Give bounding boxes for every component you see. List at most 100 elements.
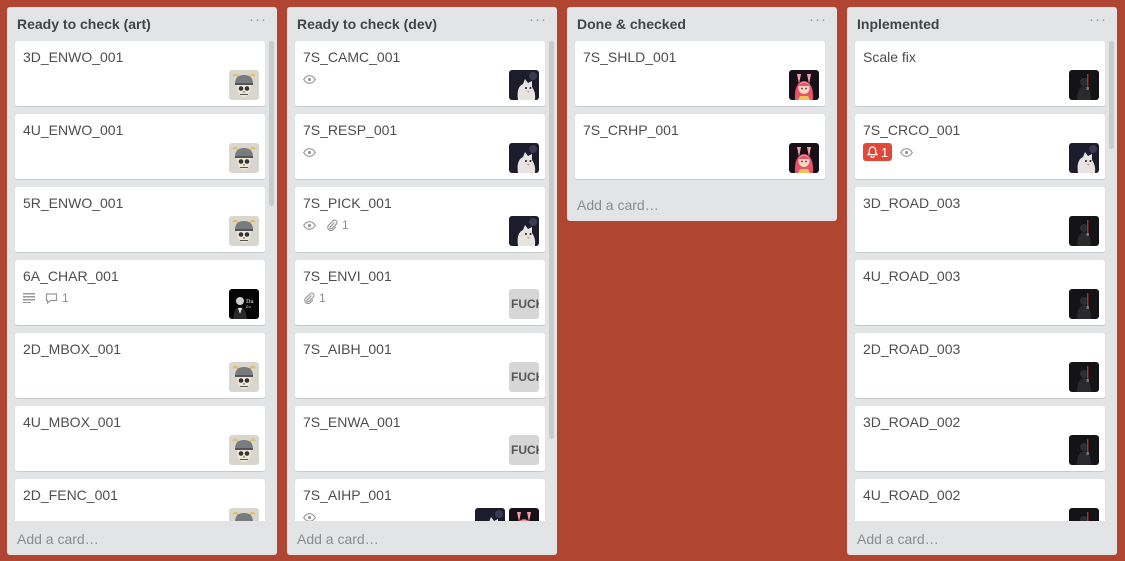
card[interactable]: 2D_FENC_001 xyxy=(15,479,265,521)
card-title: 3D_ROAD_002 xyxy=(863,414,961,430)
dark-figure-avatar[interactable] xyxy=(1069,216,1099,246)
card[interactable]: 7S_RESP_001 xyxy=(295,114,545,180)
card[interactable]: 4U_ROAD_003 xyxy=(855,260,1105,326)
scrollbar[interactable] xyxy=(269,41,274,206)
scrollbar[interactable] xyxy=(549,41,554,439)
list-title[interactable]: Ready to check (art) xyxy=(17,16,151,32)
card[interactable]: 7S_SHLD_001 xyxy=(575,41,825,107)
dark-figure-avatar[interactable] xyxy=(1069,289,1099,319)
card-title: 7S_SHLD_001 xyxy=(583,49,677,65)
cat-avatar[interactable] xyxy=(475,508,505,521)
card-title: 7S_PICK_001 xyxy=(303,195,392,211)
card[interactable]: 7S_ENWA_001 FUCK xyxy=(295,406,545,472)
card-badges: 1 xyxy=(303,216,349,234)
card-title: 4U_ROAD_003 xyxy=(863,268,961,284)
anime-girl-avatar[interactable] xyxy=(789,143,819,173)
card-title: 2D_FENC_001 xyxy=(23,487,118,503)
list-header[interactable]: Inplemented ··· xyxy=(847,7,1117,39)
card[interactable]: 7S_CAMC_001 xyxy=(295,41,545,107)
cat-avatar[interactable] xyxy=(509,70,539,100)
card[interactable]: 7S_AIHP_001 xyxy=(295,479,545,521)
card-badges: 1 xyxy=(863,143,914,161)
watch-badge xyxy=(900,147,914,157)
add-card-link[interactable]: Add a card… xyxy=(297,531,379,547)
card[interactable]: 6A_CHAR_001 1 xyxy=(15,260,265,326)
cat-avatar[interactable] xyxy=(509,143,539,173)
skull-helmet-avatar[interactable] xyxy=(229,216,259,246)
due-alert-badge: 1 xyxy=(863,143,893,161)
comments-badge: 1 xyxy=(45,291,69,305)
card-title: 6A_CHAR_001 xyxy=(23,268,119,284)
card[interactable]: 3D_ENWO_001 xyxy=(15,41,265,107)
card[interactable]: 7S_AIBH_001 FUCK xyxy=(295,333,545,399)
list-title[interactable]: Ready to check (dev) xyxy=(297,16,437,32)
list-ready-to-check-dev: Ready to check (dev) ··· 7S_CAMC_001 7S_… xyxy=(287,7,557,555)
card[interactable]: 7S_PICK_001 1 xyxy=(295,187,545,253)
card[interactable]: 4U_ENWO_001 xyxy=(15,114,265,180)
card[interactable]: 2D_ROAD_003 xyxy=(855,333,1105,399)
skull-helmet-avatar[interactable] xyxy=(229,435,259,465)
dark-figure-avatar[interactable] xyxy=(1069,435,1099,465)
card[interactable]: 2D_MBOX_001 xyxy=(15,333,265,399)
godfather-avatar[interactable] xyxy=(229,289,259,319)
card-badges: 1 xyxy=(23,289,69,307)
skull-helmet-avatar[interactable] xyxy=(229,70,259,100)
list-header[interactable]: Ready to check (art) ··· xyxy=(7,7,277,39)
list-menu-icon[interactable]: ··· xyxy=(1089,11,1107,28)
card[interactable]: 7S_CRCO_001 1 xyxy=(855,114,1105,180)
paperclip-icon xyxy=(304,292,315,304)
card[interactable]: 4U_MBOX_001 xyxy=(15,406,265,472)
card-title: Scale fix xyxy=(863,49,916,65)
list-title[interactable]: Done & checked xyxy=(577,16,686,32)
add-card-link[interactable]: Add a card… xyxy=(857,531,939,547)
card[interactable]: 7S_ENVI_001 1 FUCK xyxy=(295,260,545,326)
eye-icon xyxy=(900,147,914,157)
card[interactable]: 4U_ROAD_002 xyxy=(855,479,1105,521)
eye-icon xyxy=(303,512,316,521)
card-title: 7S_RESP_001 xyxy=(303,122,398,138)
skull-helmet-avatar[interactable] xyxy=(229,508,259,521)
attachments-count: 1 xyxy=(342,218,349,232)
anime-girl-avatar[interactable] xyxy=(509,508,539,521)
card-list: 3D_ENWO_001 4U_ENWO_001 5R_ENWO_001 6A_C… xyxy=(15,41,265,521)
add-card-link[interactable]: Add a card… xyxy=(17,531,99,547)
card-badges xyxy=(303,70,316,88)
list-menu-icon[interactable]: ··· xyxy=(809,11,827,28)
watch-badge xyxy=(303,220,316,230)
card[interactable]: Scale fix xyxy=(855,41,1105,107)
list-header[interactable]: Done & checked ··· xyxy=(567,7,837,39)
list-title[interactable]: Inplemented xyxy=(857,16,939,32)
text-avatar[interactable]: FUCK xyxy=(509,362,539,392)
watch-badge xyxy=(303,512,316,521)
card-title: 5R_ENWO_001 xyxy=(23,195,124,211)
add-card-link[interactable]: Add a card… xyxy=(577,197,659,213)
attachments-badge: 1 xyxy=(303,291,326,305)
list-header[interactable]: Ready to check (dev) ··· xyxy=(287,7,557,39)
card[interactable]: 5R_ENWO_001 xyxy=(15,187,265,253)
eye-icon xyxy=(303,220,316,230)
card-title: 4U_ROAD_002 xyxy=(863,487,961,503)
card[interactable]: 3D_ROAD_003 xyxy=(855,187,1105,253)
skull-helmet-avatar[interactable] xyxy=(229,362,259,392)
card-badges: 1 xyxy=(303,289,326,307)
card[interactable]: 3D_ROAD_002 xyxy=(855,406,1105,472)
text-avatar[interactable]: FUCK xyxy=(509,435,539,465)
dark-figure-avatar[interactable] xyxy=(1069,362,1099,392)
cat-avatar[interactable] xyxy=(1069,143,1099,173)
text-avatar[interactable]: FUCK xyxy=(509,289,539,319)
anime-girl-avatar[interactable] xyxy=(789,70,819,100)
dark-figure-avatar[interactable] xyxy=(1069,70,1099,100)
eye-icon xyxy=(303,147,316,157)
card-title: 7S_AIHP_001 xyxy=(303,487,392,503)
list-menu-icon[interactable]: ··· xyxy=(249,11,267,28)
watch-badge xyxy=(303,147,316,157)
skull-helmet-avatar[interactable] xyxy=(229,143,259,173)
card-title: 7S_ENWA_001 xyxy=(303,414,401,430)
scrollbar[interactable] xyxy=(1109,41,1114,149)
card-badges xyxy=(303,508,316,521)
card-list: 7S_CAMC_001 7S_RESP_001 7S_PICK_001 1 7S… xyxy=(295,41,545,521)
list-menu-icon[interactable]: ··· xyxy=(529,11,547,28)
card[interactable]: 7S_CRHP_001 xyxy=(575,114,825,180)
cat-avatar[interactable] xyxy=(509,216,539,246)
dark-figure-avatar[interactable] xyxy=(1069,508,1099,521)
